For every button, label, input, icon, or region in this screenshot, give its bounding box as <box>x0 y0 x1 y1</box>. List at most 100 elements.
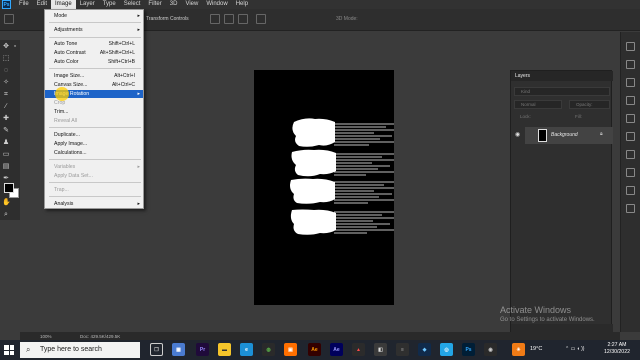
menu-item-adjustments[interactable]: Adjustments ▸ <box>45 26 143 34</box>
document-size[interactable]: Doc: 429.5K/429.5K <box>80 334 120 339</box>
submenu-arrow-icon: ▸ <box>137 13 140 19</box>
brush-tool-icon[interactable]: ✎ <box>2 127 10 135</box>
menu-item-duplicate[interactable]: Duplicate... <box>45 131 143 139</box>
color-panel-icon[interactable] <box>626 78 635 87</box>
move-tool-icon[interactable]: ✥ <box>2 43 10 51</box>
menu-item-reveal-all[interactable]: Reveal All <box>45 117 143 125</box>
visibility-eye-icon[interactable]: ◉ <box>515 131 520 138</box>
canvas-artwork <box>290 118 394 235</box>
taskbar-clock[interactable]: 2:27 AM 12/30/2022 <box>604 342 630 356</box>
zoom-level[interactable]: 100% <box>40 334 52 339</box>
submenu-arrow-icon: ▸ <box>137 164 140 170</box>
blend-mode-select[interactable]: Normal <box>514 100 562 109</box>
app5-icon[interactable]: ◧ <box>374 343 387 356</box>
activate-windows-title: Activate Windows <box>500 305 572 315</box>
app4-icon[interactable]: ▲ <box>352 343 365 356</box>
app-icon[interactable]: ▦ <box>172 343 185 356</box>
menu-item-analysis[interactable]: Analysis ▸ <box>45 200 143 208</box>
adobe-app-icon[interactable]: Ae <box>330 343 343 356</box>
crop-tool-icon[interactable]: ⌗ <box>2 91 10 99</box>
paths-panel-icon[interactable] <box>626 168 635 177</box>
menu-help[interactable]: Help <box>232 0 252 9</box>
menu-item-trap[interactable]: Trap... <box>45 186 143 194</box>
app3-icon[interactable]: ▣ <box>284 343 297 356</box>
eyedropper-icon[interactable]: ∕ <box>2 103 10 111</box>
menu-item-auto-tone[interactable]: Auto Tone Shift+Ctrl+L <box>45 40 143 48</box>
layer-kind-filter[interactable]: Kind <box>514 87 610 96</box>
pen-tool-icon[interactable]: ✒ <box>2 175 10 183</box>
gradient-tool-icon[interactable]: ▤ <box>2 163 10 171</box>
menu-window[interactable]: Window <box>202 0 231 9</box>
healing-brush-icon[interactable]: ✚ <box>2 115 10 123</box>
menu-layer[interactable]: Layer <box>76 0 99 9</box>
align-left-icon[interactable] <box>210 14 220 24</box>
document-canvas[interactable] <box>254 70 394 305</box>
menu-file[interactable]: File <box>15 0 33 9</box>
align-right-icon[interactable] <box>238 14 248 24</box>
menu-item-image-size[interactable]: Image Size... Alt+Ctrl+I <box>45 72 143 80</box>
menu-item-auto-color[interactable]: Auto Color Shift+Ctrl+B <box>45 58 143 66</box>
task-view-icon[interactable]: ❐ <box>150 343 163 356</box>
history-panel-icon[interactable] <box>626 42 635 51</box>
opacity-field[interactable]: Opacity: <box>569 100 610 109</box>
fill-field[interactable]: Fill: <box>569 113 610 122</box>
menu-item-apply-image[interactable]: Apply Image... <box>45 140 143 148</box>
edge-icon[interactable]: e <box>240 343 253 356</box>
swatches-panel-icon[interactable] <box>626 96 635 105</box>
menu-select[interactable]: Select <box>120 0 145 9</box>
menu-view[interactable]: View <box>181 0 202 9</box>
hand-tool-icon[interactable]: ✋ <box>2 199 11 207</box>
system-tray-icons[interactable]: ⌃ ▭ ◖ )) <box>565 346 584 352</box>
foreground-color-swatch[interactable] <box>4 183 14 193</box>
layers-tab[interactable]: Layers <box>511 71 613 81</box>
image-menu-dropdown: Mode ▸ Adjustments ▸ Auto Tone Shift+Ctrl+L… <box>44 9 144 209</box>
app6-icon[interactable]: ≡ <box>396 343 409 356</box>
windows-start-icon[interactable] <box>4 345 14 355</box>
artboard-tool-icon[interactable]: ▫ <box>11 43 19 51</box>
app9-icon[interactable]: ◉ <box>484 343 497 356</box>
transform-controls-checkbox[interactable]: Transform Controls <box>146 16 189 22</box>
menu-separator <box>49 182 141 183</box>
photoshop-logo[interactable]: Ps <box>2 0 11 9</box>
weather-temperature[interactable]: 19°C <box>530 346 542 352</box>
menu-item-mode[interactable]: Mode ▸ <box>45 12 143 20</box>
menu-3d[interactable]: 3D <box>166 0 182 9</box>
stamp-tool-icon[interactable]: ♟ <box>2 139 10 147</box>
weather-icon[interactable]: ☀ <box>512 343 525 356</box>
eraser-tool-icon[interactable]: ▭ <box>2 151 10 159</box>
brushes-panel-icon[interactable] <box>626 132 635 141</box>
menu-item-auto-contrast[interactable]: Auto Contrast Alt+Shift+Ctrl+L <box>45 49 143 57</box>
adjustments-panel-icon[interactable] <box>626 114 635 123</box>
photoshop-taskbar-icon[interactable]: Ps <box>462 343 475 356</box>
app7-icon[interactable]: ◆ <box>418 343 431 356</box>
lasso-tool-icon[interactable]: ◌ <box>2 67 10 75</box>
search-placeholder: Type here to search <box>40 346 102 353</box>
magic-wand-icon[interactable]: ✧ <box>2 79 10 87</box>
align-center-icon[interactable] <box>224 14 234 24</box>
app8-icon[interactable]: ◎ <box>440 343 453 356</box>
clock-time: 2:27 AM <box>607 342 627 348</box>
menu-item-apply-data-set[interactable]: Apply Data Set... <box>45 172 143 180</box>
menu-filter[interactable]: Filter <box>144 0 165 9</box>
marquee-tool-icon[interactable]: ⬚ <box>2 55 10 63</box>
menu-item-trim[interactable]: Trim... <box>45 108 143 116</box>
lock-icon[interactable]: 🔒︎ <box>600 131 603 137</box>
zoom-tool-icon[interactable]: ⌕ <box>2 211 10 219</box>
menu-edit[interactable]: Edit <box>33 0 51 9</box>
menu-item-calculations[interactable]: Calculations... <box>45 149 143 157</box>
app2-icon[interactable]: ◍ <box>262 343 275 356</box>
submenu-arrow-icon: ▸ <box>137 27 140 33</box>
menu-item-variables[interactable]: Variables ▸ <box>45 163 143 171</box>
glyphs-panel-icon[interactable] <box>626 204 635 213</box>
distribute-icon[interactable] <box>256 14 266 24</box>
file-explorer-icon[interactable]: ▬ <box>218 343 231 356</box>
taskbar-search-box[interactable]: ⌕ Type here to search <box>20 342 140 358</box>
properties-panel-icon[interactable] <box>626 60 635 69</box>
premiere-icon[interactable]: Pr <box>196 343 209 356</box>
channels-panel-icon[interactable] <box>626 150 635 159</box>
menu-image[interactable]: Image <box>51 0 76 9</box>
menu-type[interactable]: Type <box>99 0 120 9</box>
libraries-panel-icon[interactable] <box>626 186 635 195</box>
after-effects-icon[interactable]: Ae <box>308 343 321 356</box>
move-tool-icon[interactable] <box>4 14 14 24</box>
